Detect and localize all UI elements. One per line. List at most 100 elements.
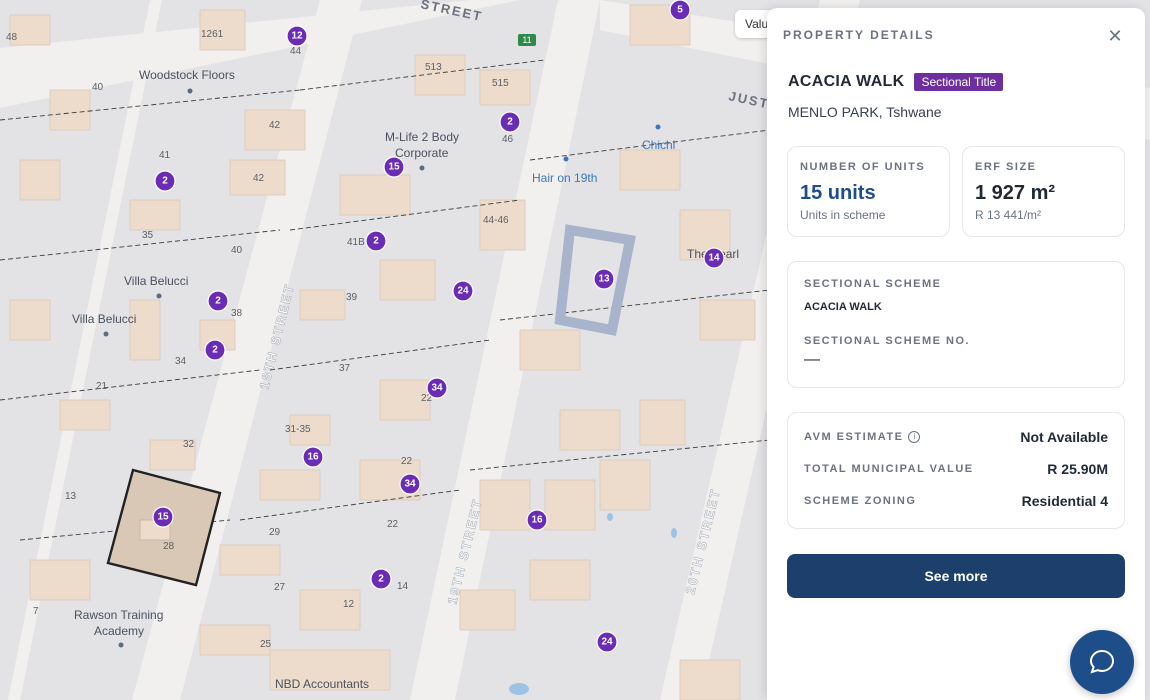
svg-text:16: 16 bbox=[307, 452, 319, 463]
house-number: 7 bbox=[33, 606, 39, 617]
unit-marker[interactable]: 2 bbox=[499, 111, 521, 133]
see-more-button[interactable]: See more bbox=[787, 554, 1125, 598]
svg-text:5: 5 bbox=[677, 5, 683, 16]
avm-value: Not Available bbox=[1020, 429, 1108, 445]
house-number: 48 bbox=[6, 32, 18, 43]
svg-text:12: 12 bbox=[291, 31, 303, 42]
unit-marker[interactable]: 34 bbox=[426, 377, 448, 399]
house-number: 22 bbox=[387, 519, 399, 530]
units-label: NUMBER OF UNITS bbox=[800, 161, 926, 173]
svg-text:24: 24 bbox=[601, 637, 613, 648]
unit-marker[interactable]: 2 bbox=[154, 170, 176, 192]
house-number: 14 bbox=[397, 581, 409, 592]
municipal-value: R 25.90M bbox=[1047, 461, 1108, 477]
house-number: 513 bbox=[425, 62, 442, 73]
unit-marker[interactable]: 24 bbox=[452, 280, 474, 302]
poi-label: Woodstock Floors bbox=[139, 68, 235, 82]
erf-card: ERF SIZE 1 927 m² R 13 441/m² bbox=[962, 146, 1125, 237]
scheme-label: SECTIONAL SCHEME bbox=[804, 278, 942, 290]
house-number: 12 bbox=[343, 599, 355, 610]
house-number: 39 bbox=[346, 292, 358, 303]
unit-marker[interactable]: 12 bbox=[286, 25, 308, 47]
unit-marker[interactable]: 2 bbox=[365, 230, 387, 252]
house-number: 34 bbox=[175, 356, 187, 367]
valuation-card: AVM ESTIMATE i Not Available TOTAL MUNICI… bbox=[787, 412, 1125, 529]
avm-label: AVM ESTIMATE bbox=[804, 430, 904, 443]
zoning-label: SCHEME ZONING bbox=[804, 495, 917, 507]
zoning-value: Residential 4 bbox=[1021, 493, 1108, 509]
unit-marker[interactable]: 14 bbox=[703, 247, 725, 269]
chat-bubble-icon bbox=[1089, 649, 1115, 674]
unit-marker[interactable]: 24 bbox=[596, 631, 618, 653]
house-number: 40 bbox=[92, 82, 104, 93]
house-number: 35 bbox=[142, 230, 154, 241]
units-card: NUMBER OF UNITS 15 units Units in scheme bbox=[787, 146, 950, 237]
svg-text:2: 2 bbox=[373, 236, 379, 247]
panel-header: PROPERTY DETAILS bbox=[783, 28, 935, 42]
svg-text:2: 2 bbox=[215, 296, 221, 307]
svg-text:2: 2 bbox=[378, 574, 384, 585]
unit-marker[interactable]: 2 bbox=[370, 568, 392, 590]
house-number: 37 bbox=[339, 363, 351, 374]
unit-marker[interactable]: 15 bbox=[383, 156, 405, 178]
house-number: 44-46 bbox=[483, 215, 509, 226]
house-number: 40 bbox=[231, 245, 243, 256]
property-location: MENLO PARK, Tshwane bbox=[788, 104, 942, 120]
avm-row: AVM ESTIMATE i Not Available bbox=[804, 421, 1108, 453]
poi-label: Chichi bbox=[642, 138, 675, 152]
scheme-no-label: SECTIONAL SCHEME NO. bbox=[804, 335, 971, 347]
unit-marker[interactable]: 34 bbox=[399, 473, 421, 495]
house-number: 22 bbox=[401, 456, 413, 467]
property-title: ACACIA WALK bbox=[788, 73, 905, 90]
units-value: 15 units bbox=[800, 182, 876, 204]
title-row: ACACIA WALK Sectional Title bbox=[788, 73, 1004, 91]
unit-marker[interactable]: 2 bbox=[207, 290, 229, 312]
units-sub: Units in scheme bbox=[800, 208, 886, 222]
house-number: 27 bbox=[274, 582, 286, 593]
scheme-value: ACACIA WALK bbox=[804, 301, 882, 313]
zoning-row: SCHEME ZONING Residential 4 bbox=[804, 485, 1108, 517]
svg-text:15: 15 bbox=[157, 512, 169, 523]
svg-text:2: 2 bbox=[162, 176, 168, 187]
house-number: 31-35 bbox=[285, 424, 311, 435]
unit-marker[interactable]: 16 bbox=[526, 509, 548, 531]
svg-text:14: 14 bbox=[708, 253, 720, 264]
house-number: 46 bbox=[502, 134, 514, 145]
poi-label: Rawson Training bbox=[74, 608, 163, 622]
house-number: 42 bbox=[253, 173, 265, 184]
unit-marker[interactable]: 15 bbox=[152, 506, 174, 528]
svg-text:34: 34 bbox=[431, 383, 443, 394]
unit-marker[interactable]: 16 bbox=[302, 446, 324, 468]
svg-text:15: 15 bbox=[388, 162, 400, 173]
chat-button[interactable] bbox=[1070, 630, 1134, 694]
erf-value: 1 927 m² bbox=[975, 182, 1056, 204]
house-number: 38 bbox=[231, 308, 243, 319]
municipal-row: TOTAL MUNICIPAL VALUE R 25.90M bbox=[804, 453, 1108, 485]
property-details-panel: PROPERTY DETAILS ✕ ACACIA WALK Sectional… bbox=[767, 8, 1145, 700]
svg-text:34: 34 bbox=[404, 479, 416, 490]
house-number: 41B bbox=[347, 237, 365, 248]
svg-text:16: 16 bbox=[531, 515, 543, 526]
erf-label: ERF SIZE bbox=[975, 161, 1037, 173]
unit-marker[interactable]: 13 bbox=[593, 268, 615, 290]
close-button[interactable]: ✕ bbox=[1105, 26, 1125, 46]
svg-text:2: 2 bbox=[507, 117, 513, 128]
poi-label: Villa Belucci bbox=[72, 312, 136, 326]
svg-text:24: 24 bbox=[457, 286, 469, 297]
close-icon: ✕ bbox=[1107, 26, 1123, 46]
route-label: 11 bbox=[522, 35, 531, 45]
scheme-no-value: — bbox=[804, 351, 820, 368]
erf-sub: R 13 441/m² bbox=[975, 208, 1042, 222]
house-number: 32 bbox=[183, 439, 195, 450]
poi-label: Villa Belucci bbox=[124, 274, 188, 288]
house-number: 44 bbox=[290, 46, 302, 57]
poi-label: Corporate bbox=[395, 146, 449, 160]
svg-text:13: 13 bbox=[598, 274, 610, 285]
municipal-label: TOTAL MUNICIPAL VALUE bbox=[804, 463, 974, 475]
poi-label: M-Life 2 Body bbox=[385, 130, 459, 144]
unit-marker[interactable]: 5 bbox=[669, 0, 691, 21]
poi-label: NBD Accountants bbox=[275, 677, 369, 691]
info-icon[interactable]: i bbox=[908, 431, 921, 444]
unit-marker[interactable]: 2 bbox=[204, 339, 226, 361]
house-number: 42 bbox=[269, 120, 281, 131]
